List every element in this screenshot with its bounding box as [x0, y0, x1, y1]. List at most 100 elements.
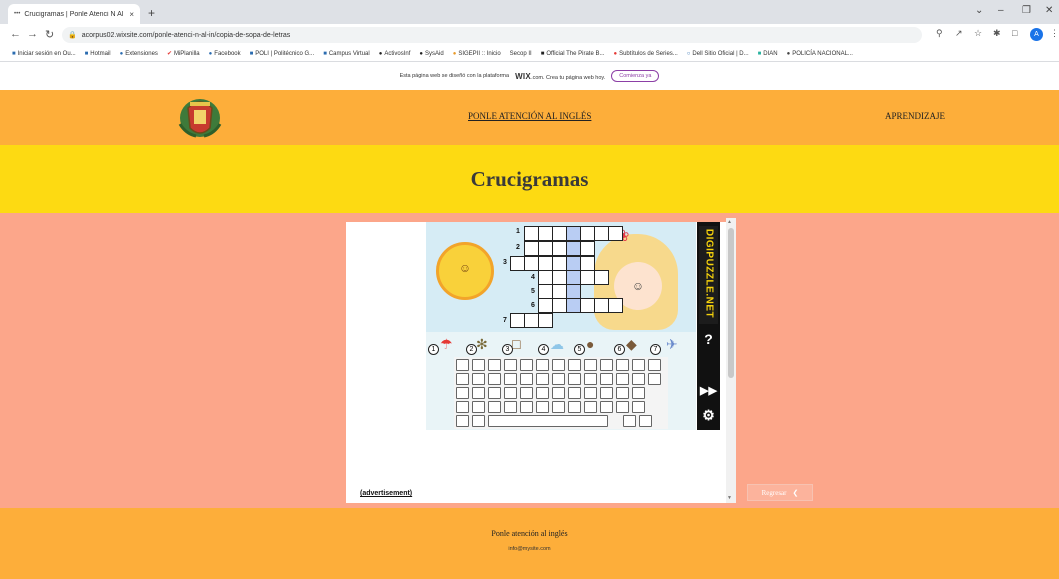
side-panel-icon[interactable]: □	[1012, 28, 1017, 38]
bookmark-item[interactable]: ● Extensiones	[120, 51, 158, 57]
bookmark-item[interactable]: ■ Hotmail	[85, 51, 111, 57]
keyboard-key[interactable]	[568, 387, 581, 399]
crossword-cell[interactable]	[552, 226, 567, 241]
keyboard-key[interactable]	[584, 387, 597, 399]
bookmark-item[interactable]: ● Subtítulos de Series...	[613, 51, 677, 57]
crest-logo-icon[interactable]	[176, 94, 224, 140]
crossword-cell[interactable]	[608, 226, 623, 241]
embed-scrollbar[interactable]: ▲ ▼	[726, 218, 736, 503]
keyboard-key[interactable]	[616, 387, 629, 399]
keyboard-key[interactable]	[600, 387, 613, 399]
crossword-cell[interactable]	[510, 313, 525, 328]
crossword-cell[interactable]	[552, 270, 567, 285]
tab-search-chevron-icon[interactable]: ⌄	[975, 5, 983, 16]
keyboard-key[interactable]	[456, 415, 469, 427]
crossword-cell[interactable]	[580, 270, 595, 285]
bookmark-item[interactable]: ○ Dell Sitio Oficial | D...	[687, 51, 749, 57]
keyboard-key[interactable]	[568, 359, 581, 371]
keyboard-key[interactable]	[520, 373, 533, 385]
keyboard-key[interactable]	[536, 359, 549, 371]
bookmark-item[interactable]: ● SIGEPII :: Inicio	[453, 51, 501, 57]
keyboard-key[interactable]	[623, 415, 636, 427]
wix-start-button[interactable]: Comienza ya	[611, 70, 660, 82]
keyboard-key[interactable]	[520, 387, 533, 399]
keyboard-key[interactable]	[472, 387, 485, 399]
crossword-cell[interactable]	[580, 241, 595, 256]
keyboard-key[interactable]	[639, 415, 652, 427]
keyboard-key[interactable]	[584, 373, 597, 385]
crossword-cell[interactable]	[538, 226, 553, 241]
keyboard-key[interactable]	[568, 373, 581, 385]
keyboard-key[interactable]	[472, 415, 485, 427]
keyboard-key[interactable]	[504, 401, 517, 413]
help-button[interactable]: ?	[697, 328, 720, 350]
keyboard-key[interactable]	[456, 387, 469, 399]
keyboard-key[interactable]	[648, 373, 661, 385]
url-field[interactable]: 🔒 acorpus02.wixsite.com/ponle-atenci-n-a…	[62, 27, 922, 43]
keyboard-key[interactable]	[488, 401, 501, 413]
back-button[interactable]: Regresar ❮	[747, 484, 813, 501]
keyboard-key[interactable]	[600, 401, 613, 413]
keyboard-key[interactable]	[552, 359, 565, 371]
bookmark-item[interactable]: ■ Campus Virtual	[323, 51, 370, 57]
keyboard-key[interactable]	[552, 373, 565, 385]
profile-avatar[interactable]: A	[1030, 28, 1043, 41]
star-icon[interactable]: ☆	[974, 28, 982, 39]
bookmark-item[interactable]: ● ActivosInf	[379, 51, 411, 57]
keyboard-key[interactable]	[520, 359, 533, 371]
crossword-cell[interactable]	[538, 298, 553, 313]
crossword-cell[interactable]	[594, 298, 609, 313]
keyboard-key[interactable]	[520, 401, 533, 413]
bookmark-item[interactable]: ● Facebook	[209, 51, 241, 57]
bookmark-item[interactable]: ■ Official The Pirate B...	[541, 51, 605, 57]
scrollbar-thumb[interactable]	[728, 228, 734, 378]
crossword-cell[interactable]	[566, 298, 581, 313]
keyboard-key[interactable]	[616, 359, 629, 371]
crossword-cell[interactable]	[524, 313, 539, 328]
keyboard-key[interactable]	[536, 401, 549, 413]
bookmark-item[interactable]: ✔ MiPlanilla	[167, 50, 200, 58]
zoom-icon[interactable]: ⚲	[936, 28, 943, 39]
crossword-cell[interactable]	[566, 284, 581, 299]
keyboard-key[interactable]	[632, 387, 645, 399]
bookmark-item[interactable]: ■ DIAN	[758, 51, 778, 57]
keyboard-key[interactable]	[568, 401, 581, 413]
tab-close-icon[interactable]: ×	[129, 10, 134, 19]
keyboard-key[interactable]	[488, 373, 501, 385]
crossword-cell[interactable]	[566, 270, 581, 285]
crossword-cell[interactable]	[566, 226, 581, 241]
crossword-cell[interactable]	[552, 298, 567, 313]
keyboard-key[interactable]	[552, 401, 565, 413]
bookmark-item[interactable]: ■ POLI | Politécnico G...	[250, 51, 315, 57]
crossword-cell[interactable]	[524, 256, 539, 271]
browser-tab[interactable]: ••• Crucigramas | Ponle Atenci N Al … ×	[8, 4, 140, 24]
keyboard-key[interactable]	[488, 415, 608, 427]
crossword-cell[interactable]	[580, 226, 595, 241]
footer-email[interactable]: info@mysite.com	[0, 546, 1059, 552]
crossword-cell[interactable]	[594, 270, 609, 285]
minimize-icon[interactable]: –	[998, 5, 1004, 16]
crossword-cell[interactable]	[552, 284, 567, 299]
keyboard-key[interactable]	[600, 359, 613, 371]
crossword-cell[interactable]	[608, 298, 623, 313]
keyboard-key[interactable]	[488, 359, 501, 371]
reload-icon[interactable]: ↻	[45, 28, 54, 41]
crossword-cell[interactable]	[552, 241, 567, 256]
crossword-cell[interactable]	[566, 241, 581, 256]
keyboard-key[interactable]	[536, 373, 549, 385]
crossword-cell[interactable]	[566, 256, 581, 271]
on-screen-keyboard[interactable]	[454, 357, 668, 429]
next-button[interactable]: ▶▶	[697, 380, 720, 402]
keyboard-key[interactable]	[632, 359, 645, 371]
keyboard-key[interactable]	[632, 373, 645, 385]
bookmark-item[interactable]: ● SysAid	[419, 51, 443, 57]
share-icon[interactable]: ↗	[955, 28, 963, 39]
crossword-cell[interactable]	[594, 226, 609, 241]
scroll-down-icon[interactable]: ▼	[727, 495, 732, 501]
bookmark-item[interactable]: ■ Iniciar sesión en Ou...	[12, 51, 76, 57]
forward-arrow-icon[interactable]: →	[27, 28, 38, 40]
close-window-icon[interactable]: ✕	[1045, 5, 1053, 16]
keyboard-key[interactable]	[504, 373, 517, 385]
crossword-cell[interactable]	[524, 241, 539, 256]
keyboard-key[interactable]	[504, 359, 517, 371]
